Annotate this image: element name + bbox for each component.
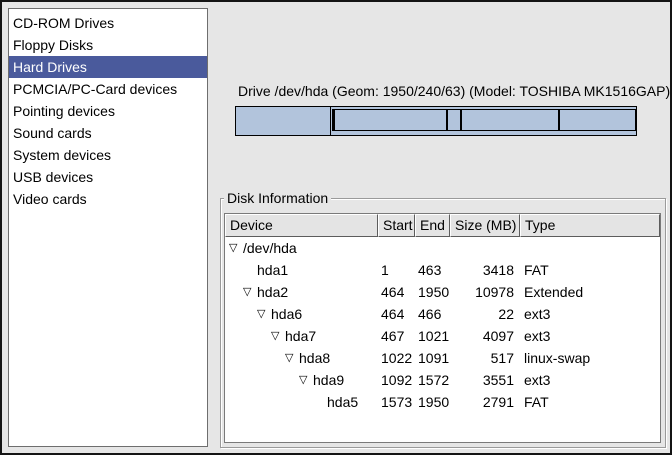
column-header-device[interactable]: Device bbox=[225, 214, 378, 237]
size-cell: 3551 bbox=[450, 369, 520, 391]
start-cell: 1092 bbox=[378, 369, 415, 391]
device-category-list: CD-ROM DrivesFloppy DisksHard DrivesPCMC… bbox=[8, 8, 208, 447]
type-cell bbox=[520, 237, 660, 259]
disk-table-body: ▽/dev/hdahda114633418FAT▽hda246419501097… bbox=[225, 237, 660, 413]
table-row-hda5[interactable]: hda5 157319502791FAT bbox=[225, 391, 660, 413]
column-header-size-mb[interactable]: Size (MB) bbox=[450, 214, 520, 237]
hardware-browser-window: { "sidebar": { "items": [ {"label": "CD-… bbox=[0, 0, 672, 455]
size-cell: 22 bbox=[450, 303, 520, 325]
tree-expander-icon[interactable]: ▽ bbox=[271, 325, 285, 347]
tree-expander-icon[interactable]: ▽ bbox=[243, 281, 257, 303]
partition-segment-hda9 bbox=[461, 109, 559, 131]
device-cell: ▽hda6 bbox=[225, 303, 378, 325]
table-row-hda6[interactable]: ▽hda646446622ext3 bbox=[225, 303, 660, 325]
device-cell: hda5 bbox=[225, 391, 378, 413]
partition-segment-hda5 bbox=[559, 109, 636, 131]
table-row-hda8[interactable]: ▽hda810221091517linux-swap bbox=[225, 347, 660, 369]
type-cell: FAT bbox=[520, 259, 660, 281]
sidebar-item-system-devices[interactable]: System devices bbox=[9, 144, 207, 166]
sidebar-item-pointing-devices[interactable]: Pointing devices bbox=[9, 100, 207, 122]
column-header-start[interactable]: Start bbox=[378, 214, 415, 237]
end-cell: 1950 bbox=[415, 391, 450, 413]
start-cell: 464 bbox=[378, 303, 415, 325]
type-cell: ext3 bbox=[520, 369, 660, 391]
device-name: hda7 bbox=[285, 325, 316, 347]
column-header-end[interactable]: End bbox=[415, 214, 450, 237]
tree-expander-icon[interactable]: ▽ bbox=[285, 347, 299, 369]
end-cell bbox=[415, 237, 450, 259]
end-cell: 1950 bbox=[415, 281, 450, 303]
sidebar-item-usb-devices[interactable]: USB devices bbox=[9, 166, 207, 188]
table-row-hda9[interactable]: ▽hda9109215723551ext3 bbox=[225, 369, 660, 391]
end-cell: 466 bbox=[415, 303, 450, 325]
sidebar-item-cd-rom-drives[interactable]: CD-ROM Drives bbox=[9, 12, 207, 34]
type-cell: Extended bbox=[520, 281, 660, 303]
tree-indent bbox=[229, 314, 257, 315]
tree-indent bbox=[229, 336, 271, 337]
size-cell bbox=[450, 237, 520, 259]
device-cell: ▽hda7 bbox=[225, 325, 378, 347]
device-name: hda5 bbox=[327, 391, 358, 413]
type-cell: linux-swap bbox=[520, 347, 660, 369]
partition-segment-hda8 bbox=[447, 109, 461, 131]
end-cell: 1091 bbox=[415, 347, 450, 369]
start-cell: 1573 bbox=[378, 391, 415, 413]
end-cell: 463 bbox=[415, 259, 450, 281]
tree-expander-icon[interactable]: ▽ bbox=[229, 237, 243, 259]
start-cell: 1 bbox=[378, 259, 415, 281]
size-cell: 2791 bbox=[450, 391, 520, 413]
partition-extended-region-hda2 bbox=[332, 109, 635, 131]
partition-segment-hda7 bbox=[334, 109, 447, 131]
disk-information-frame: Disk Information DeviceStartEndSize (MB)… bbox=[220, 198, 666, 448]
tree-expander-icon[interactable]: ▽ bbox=[257, 303, 271, 325]
size-cell: 10978 bbox=[450, 281, 520, 303]
drive-partition-bar bbox=[235, 106, 637, 136]
sidebar-item-video-cards[interactable]: Video cards bbox=[9, 188, 207, 210]
sidebar-item-floppy-disks[interactable]: Floppy Disks bbox=[9, 34, 207, 56]
column-header-type[interactable]: Type bbox=[520, 214, 660, 237]
table-row-hda1[interactable]: hda1 14633418FAT bbox=[225, 259, 660, 281]
tree-indent bbox=[229, 292, 243, 293]
partition-segment-hda1 bbox=[236, 107, 331, 135]
device-name: hda6 bbox=[271, 303, 302, 325]
device-name: hda1 bbox=[257, 259, 288, 281]
tree-expander-icon[interactable]: ▽ bbox=[299, 369, 313, 391]
start-cell: 464 bbox=[378, 281, 415, 303]
size-cell: 4097 bbox=[450, 325, 520, 347]
device-cell: ▽hda2 bbox=[225, 281, 378, 303]
end-cell: 1572 bbox=[415, 369, 450, 391]
sidebar-item-pcmcia-pc-card-devices[interactable]: PCMCIA/PC-Card devices bbox=[9, 78, 207, 100]
tree-indent bbox=[229, 270, 243, 271]
table-row-hda7[interactable]: ▽hda746710214097ext3 bbox=[225, 325, 660, 347]
sidebar-item-sound-cards[interactable]: Sound cards bbox=[9, 122, 207, 144]
type-cell: ext3 bbox=[520, 303, 660, 325]
device-cell: ▽hda8 bbox=[225, 347, 378, 369]
device-cell: ▽hda9 bbox=[225, 369, 378, 391]
start-cell bbox=[378, 237, 415, 259]
drive-info-label: Drive /dev/hda (Geom: 1950/240/63) (Mode… bbox=[238, 83, 670, 99]
size-cell: 3418 bbox=[450, 259, 520, 281]
start-cell: 1022 bbox=[378, 347, 415, 369]
disk-table-header: DeviceStartEndSize (MB)Type bbox=[225, 214, 660, 237]
type-cell: ext3 bbox=[520, 325, 660, 347]
device-name: /dev/hda bbox=[243, 237, 297, 259]
type-cell: FAT bbox=[520, 391, 660, 413]
end-cell: 1021 bbox=[415, 325, 450, 347]
device-name: hda2 bbox=[257, 281, 288, 303]
sidebar-item-hard-drives[interactable]: Hard Drives bbox=[9, 56, 207, 78]
device-name: hda8 bbox=[299, 347, 330, 369]
device-cell: ▽/dev/hda bbox=[225, 237, 378, 259]
table-row-dev-hda[interactable]: ▽/dev/hda bbox=[225, 237, 660, 259]
tree-indent bbox=[229, 358, 285, 359]
disk-table: DeviceStartEndSize (MB)Type ▽/dev/hdahda… bbox=[224, 213, 661, 443]
disk-information-legend: Disk Information bbox=[224, 190, 331, 206]
tree-indent bbox=[229, 380, 299, 381]
table-row-hda2[interactable]: ▽hda2464195010978Extended bbox=[225, 281, 660, 303]
start-cell: 467 bbox=[378, 325, 415, 347]
device-cell: hda1 bbox=[225, 259, 378, 281]
tree-indent bbox=[229, 402, 313, 403]
device-name: hda9 bbox=[313, 369, 344, 391]
size-cell: 517 bbox=[450, 347, 520, 369]
